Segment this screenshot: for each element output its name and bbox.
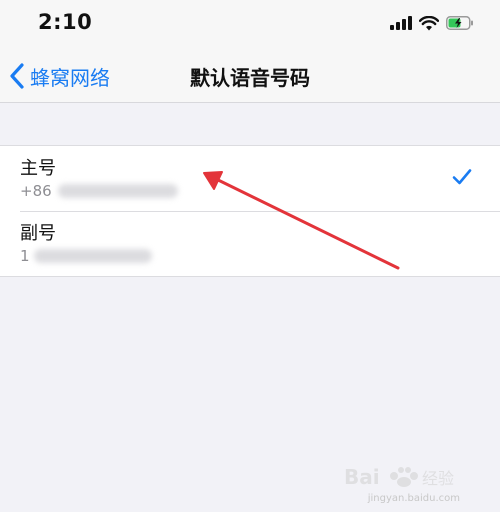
- checkmark-icon: [452, 169, 472, 185]
- baidu-jingyan-watermark: Bai 经验: [344, 465, 454, 489]
- secondary-line-number-prefix: 1: [20, 247, 30, 265]
- secondary-line-number: 1: [20, 247, 152, 265]
- redacted-number: [57, 184, 178, 198]
- battery-charging-icon: [446, 16, 473, 30]
- primary-line-label: 主号: [20, 158, 56, 179]
- primary-line-number: +86: [20, 182, 178, 200]
- list-item-primary-line[interactable]: 主号 +86: [0, 146, 500, 211]
- primary-line-number-prefix: +86: [20, 182, 52, 200]
- svg-text:Bai: Bai: [344, 465, 380, 489]
- wifi-icon: [419, 15, 439, 30]
- status-icons: [390, 13, 474, 33]
- svg-text:经验: 经验: [422, 469, 454, 488]
- redacted-number: [33, 249, 152, 263]
- default-voice-line-list: 主号 +86 副号 1: [0, 145, 500, 277]
- cellular-signal-icon: [390, 16, 412, 30]
- secondary-line-label: 副号: [20, 223, 56, 244]
- status-time: 2:10: [38, 10, 93, 34]
- list-item-secondary-line[interactable]: 副号 1: [0, 211, 500, 276]
- navigation-bar: 蜂窝网络 默认语音号码: [0, 50, 500, 103]
- page-title: 默认语音号码: [190, 66, 310, 90]
- watermark-url: jingyan.baidu.com: [367, 493, 460, 504]
- status-bar: 2:10: [0, 0, 500, 50]
